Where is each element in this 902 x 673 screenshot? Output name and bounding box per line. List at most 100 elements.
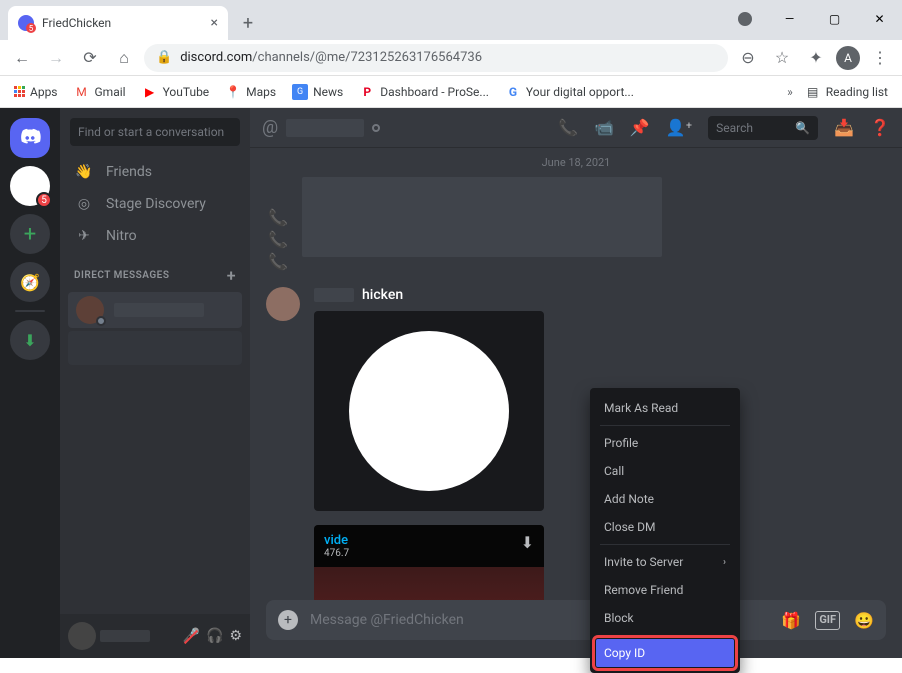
stage-discovery-nav[interactable]: ◎Stage Discovery xyxy=(60,188,250,220)
add-friends-button[interactable]: 👤⁺ xyxy=(666,118,692,137)
dm-placeholder xyxy=(68,331,242,365)
minimize-button[interactable]: — xyxy=(767,4,812,34)
attach-button[interactable]: + xyxy=(278,610,298,630)
separator xyxy=(15,310,45,312)
dm-username xyxy=(114,303,204,317)
user-avatar xyxy=(76,296,104,324)
message-input-bar: + Message @FriedChicken 🎁 GIF 😀 xyxy=(266,600,886,640)
add-server-button[interactable]: + xyxy=(10,214,50,254)
message-avatar[interactable] xyxy=(266,287,300,321)
home-button[interactable] xyxy=(10,118,50,158)
close-tab-icon[interactable]: × xyxy=(211,15,218,31)
ctx-close-dm[interactable]: Close DM xyxy=(596,513,734,541)
gift-button[interactable]: 🎁 xyxy=(781,611,801,630)
back-button[interactable]: ← xyxy=(8,44,36,72)
browser-toolbar: ← → ⟳ ⌂ 🔒 discord.com/channels/@me/72312… xyxy=(0,40,902,76)
friends-nav[interactable]: 👋Friends xyxy=(60,156,250,188)
reading-list-button[interactable]: ▤Reading list xyxy=(799,80,894,104)
phone-icon: 📞 xyxy=(266,252,290,271)
message: hicken vide 476.7 ⬇ xyxy=(266,287,886,600)
news-icon: G xyxy=(292,84,308,100)
bookmarks-bar: Apps MGmail ▶YouTube 📍Maps GNews PDashbo… xyxy=(0,76,902,108)
video-thumbnail xyxy=(314,567,544,600)
extensions-icon[interactable]: ✦ xyxy=(802,44,830,72)
maximize-button[interactable]: ▢ xyxy=(812,4,857,34)
browser-tab[interactable]: FriedChicken × xyxy=(8,6,228,40)
ctx-add-note[interactable]: Add Note xyxy=(596,485,734,513)
inbox-button[interactable]: 📥 xyxy=(834,118,854,137)
maps-pin-icon: 📍 xyxy=(225,84,241,100)
ctx-profile[interactable]: Profile xyxy=(596,429,734,457)
new-tab-button[interactable]: + xyxy=(234,9,262,37)
address-bar[interactable]: 🔒 discord.com/channels/@me/7231252631765… xyxy=(144,44,728,72)
google-bookmark[interactable]: GYour digital opport... xyxy=(499,80,640,104)
stage-icon: ◎ xyxy=(74,196,94,212)
nitro-icon: ✈ xyxy=(74,228,94,244)
reload-button[interactable]: ⟳ xyxy=(76,44,104,72)
separator xyxy=(600,425,730,426)
video-filename: vide xyxy=(324,533,349,548)
overflow-icon[interactable]: » xyxy=(787,85,793,99)
ctx-invite-to-server[interactable]: Invite to Server› xyxy=(596,548,734,576)
maps-bookmark[interactable]: 📍Maps xyxy=(219,80,282,104)
video-call-button[interactable]: 📹 xyxy=(594,118,614,137)
menu-icon[interactable]: ⋮ xyxy=(866,44,894,72)
download-icon[interactable]: ⬇ xyxy=(521,533,534,559)
pinterest-bookmark[interactable]: PDashboard - ProSe... xyxy=(353,80,495,104)
url-path: /channels/@me/723125263176564736 xyxy=(252,50,482,65)
video-attachment[interactable]: vide 476.7 ⬇ xyxy=(314,525,544,600)
explore-button[interactable]: 🧭 xyxy=(10,262,50,302)
discord-app: 5 + 🧭 ⬇ Find or start a conversation 👋Fr… xyxy=(0,108,902,658)
dm-conversation[interactable] xyxy=(68,292,242,328)
channel-sidebar: Find or start a conversation 👋Friends ◎S… xyxy=(60,108,250,658)
gif-button[interactable]: GIF xyxy=(815,611,840,630)
pinned-messages-button[interactable]: 📌 xyxy=(630,118,650,137)
home-button[interactable]: ⌂ xyxy=(110,44,138,72)
search-icon: 🔍 xyxy=(795,121,810,135)
tab-title: FriedChicken xyxy=(42,16,111,30)
nitro-nav[interactable]: ✈Nitro xyxy=(60,220,250,252)
gmail-icon: M xyxy=(74,84,90,100)
apps-bookmark[interactable]: Apps xyxy=(8,81,64,103)
separator xyxy=(600,544,730,545)
image-attachment[interactable] xyxy=(314,311,544,511)
zoom-icon[interactable]: ⊖ xyxy=(734,44,762,72)
chat-header: @ 📞 📹 📌 👤⁺ Search🔍 📥 ❓ xyxy=(250,108,902,148)
message-author xyxy=(314,288,354,302)
server-icon[interactable]: 5 xyxy=(10,166,50,206)
download-apps-button[interactable]: ⬇ xyxy=(10,320,50,360)
mute-mic-button[interactable]: 🎤 xyxy=(183,628,200,644)
server-list: 5 + 🧭 ⬇ xyxy=(0,108,60,658)
youtube-bookmark[interactable]: ▶YouTube xyxy=(136,80,216,104)
close-window-button[interactable]: ✕ xyxy=(857,4,902,34)
settings-button[interactable]: ⚙ xyxy=(229,628,242,644)
discord-favicon xyxy=(18,15,34,31)
user-status-icon xyxy=(372,124,380,132)
chat-title xyxy=(286,119,364,137)
self-avatar[interactable] xyxy=(68,622,96,650)
reading-list-icon: ▤ xyxy=(805,84,821,100)
ctx-mark-as-read[interactable]: Mark As Read xyxy=(596,394,734,422)
ctx-call[interactable]: Call xyxy=(596,457,734,485)
bookmark-star-icon[interactable]: ☆ xyxy=(768,44,796,72)
ctx-copy-id[interactable]: Copy ID xyxy=(596,639,734,667)
account-indicator-icon[interactable] xyxy=(738,12,752,26)
ctx-remove-friend[interactable]: Remove Friend xyxy=(596,576,734,604)
deafen-button[interactable]: 🎧 xyxy=(206,628,223,644)
conversation-search[interactable]: Find or start a conversation xyxy=(70,118,240,146)
forward-button[interactable]: → xyxy=(42,44,70,72)
date-divider: June 18, 2021 xyxy=(266,156,886,169)
voice-call-button[interactable]: 📞 xyxy=(558,118,578,137)
apps-grid-icon xyxy=(14,86,25,97)
emoji-button[interactable]: 😀 xyxy=(854,611,874,630)
separator xyxy=(600,635,730,636)
message-search[interactable]: Search🔍 xyxy=(708,116,818,140)
google-icon: G xyxy=(505,84,521,100)
help-button[interactable]: ❓ xyxy=(870,118,890,137)
news-bookmark[interactable]: GNews xyxy=(286,80,349,104)
gmail-bookmark[interactable]: MGmail xyxy=(68,80,132,104)
ctx-block[interactable]: Block xyxy=(596,604,734,632)
pinterest-icon: P xyxy=(359,84,375,100)
create-dm-button[interactable]: + xyxy=(227,266,236,285)
profile-avatar[interactable]: A xyxy=(836,46,860,70)
